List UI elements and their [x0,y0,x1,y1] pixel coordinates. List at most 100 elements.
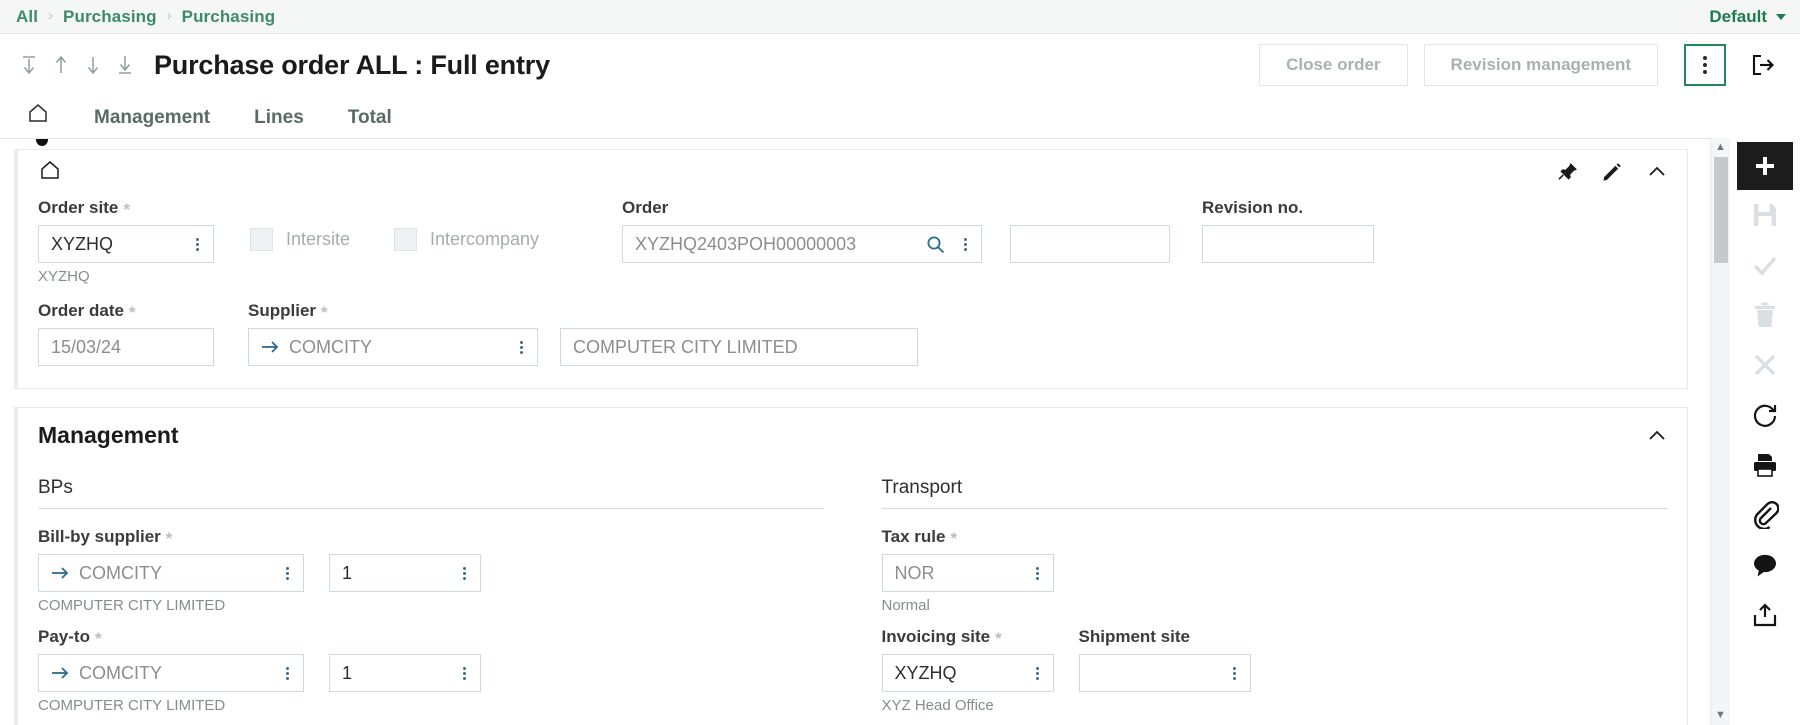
tax-rule-note: Normal [882,597,1668,614]
order-date-input[interactable]: 15/03/24 [38,328,214,366]
shipment-site-wrap: Shipment site [1079,627,1251,692]
go-to-previous-icon[interactable] [46,47,76,83]
bill-by-supplier-qualifier-actions-icon[interactable] [457,567,472,580]
transport-divider [882,508,1668,509]
invoicing-site-input[interactable]: XYZHQ [882,654,1054,692]
intercompany-checkbox-row[interactable]: Intercompany [394,228,622,251]
pay-to-row: COMCITY 1 [38,654,824,692]
link-arrow-icon[interactable] [261,339,281,355]
profile-selector[interactable]: Default [1709,7,1786,27]
scrollbar-thumb[interactable] [1714,157,1728,263]
revision-no-input[interactable] [1202,225,1374,263]
pay-to-actions-icon[interactable] [280,667,295,680]
bill-by-supplier-actions-icon[interactable] [280,567,295,580]
add-icon[interactable] [1737,142,1793,190]
home-icon [26,101,50,131]
tax-rule-actions-icon[interactable] [1030,567,1045,580]
intercompany-checkbox[interactable] [394,228,417,251]
invoicing-site-label-wrap: Invoicing site * XYZHQ XYZ Head Office [882,627,1054,714]
pay-to-qualifier-actions-icon[interactable] [457,667,472,680]
kebab-dots [1703,56,1707,74]
link-arrow-icon[interactable] [51,565,71,581]
shipment-site-actions-icon[interactable] [1227,667,1242,680]
bill-by-supplier-row: COMCITY 1 [38,554,824,592]
export-icon[interactable] [1737,590,1793,640]
body-region: Order site * XYZHQ XYZHQ [0,138,1800,725]
pay-to-qualifier-input[interactable]: 1 [329,654,481,692]
go-to-last-icon[interactable] [110,47,140,83]
tab-total[interactable]: Total [348,107,392,138]
pay-to-value: COMCITY [79,663,272,684]
intersite-label: Intersite [286,229,350,250]
supplier-name-input[interactable]: COMPUTER CITY LIMITED [560,328,918,366]
go-to-first-icon[interactable] [14,47,44,83]
pay-to-input[interactable]: COMCITY [38,654,304,692]
shipment-site-input[interactable] [1079,654,1251,692]
revision-management-button[interactable]: Revision management [1424,44,1658,86]
order-site-input[interactable]: XYZHQ [38,225,214,263]
tax-rule-input[interactable]: NOR [882,554,1054,592]
breadcrumb-item-purchasing-2[interactable]: Purchasing [182,7,276,27]
print-icon[interactable] [1737,440,1793,490]
chevron-up-icon[interactable] [1645,424,1669,448]
order-date-label: Order date * [38,301,214,321]
sites-group: Invoicing site * XYZHQ XYZ Head Office [882,627,1668,714]
breadcrumb-item-all[interactable]: All [16,7,38,27]
revision-no-field: Revision no. [1202,198,1374,263]
bill-by-supplier-label: Bill-by supplier * [38,527,824,547]
bill-by-supplier-input[interactable]: COMCITY [38,554,304,592]
bill-by-supplier-qualifier-input[interactable]: 1 [329,554,481,592]
scroll-up-arrow-icon[interactable]: ▲ [1715,142,1726,153]
order-extra-label [1010,198,1170,218]
exit-icon[interactable] [1740,44,1786,86]
kebab-menu-icon[interactable] [1684,44,1726,86]
tab-home[interactable] [26,101,50,138]
pin-icon[interactable] [1557,161,1579,183]
comment-icon[interactable] [1737,540,1793,590]
go-to-next-icon[interactable] [78,47,108,83]
search-icon[interactable] [925,234,950,255]
close-order-button[interactable]: Close order [1259,44,1407,86]
order-site-note: XYZHQ [38,268,214,285]
order-number-field: Order XYZHQ2403POH00000003 [622,198,982,263]
title-bar: Purchase order ALL : Full entry Close or… [0,34,1800,96]
management-header: Management [18,408,1687,449]
order-date-value: 15/03/24 [51,337,205,358]
supplier-input[interactable]: COMCITY [248,328,538,366]
order-site-actions-icon[interactable] [190,238,205,251]
record-navigation [14,47,140,83]
order-number-input[interactable]: XYZHQ2403POH00000003 [622,225,982,263]
intersite-checkbox[interactable] [250,228,273,251]
validate-icon[interactable] [1737,240,1793,290]
required-marker: * [123,201,130,218]
order-extra-input[interactable] [1010,225,1170,263]
tax-rule-group: Tax rule * NOR Normal [882,527,1668,614]
pay-to-note: COMPUTER CITY LIMITED [38,697,824,714]
invoicing-site-actions-icon[interactable] [1030,667,1045,680]
scroll-down-arrow-icon[interactable]: ▼ [1715,710,1726,721]
order-number-actions-icon[interactable] [958,238,973,251]
required-marker: * [995,630,1002,647]
chevron-up-icon[interactable] [1645,160,1669,184]
breadcrumb-item-purchasing[interactable]: Purchasing [63,7,157,27]
invoicing-site-label: Invoicing site * [882,627,1054,647]
vertical-scrollbar[interactable]: ▲ ▼ [1710,138,1730,725]
supplier-actions-icon[interactable] [514,341,529,354]
scrollbar-track[interactable] [1711,153,1730,710]
delete-icon[interactable] [1737,290,1793,340]
tab-management[interactable]: Management [94,107,210,138]
order-number-label: Order [622,198,982,218]
tab-lines[interactable]: Lines [254,107,304,138]
attachment-icon[interactable] [1737,490,1793,540]
pay-to-label: Pay-to * [38,627,824,647]
pencil-icon[interactable] [1601,161,1623,183]
order-date-field: Order date * 15/03/24 [38,301,214,366]
intersite-checkbox-row[interactable]: Intersite [250,228,394,251]
supplier-name-field: COMPUTER CITY LIMITED [560,301,918,366]
supplier-name-label [560,301,918,321]
link-arrow-icon[interactable] [51,665,71,681]
save-icon[interactable] [1737,190,1793,240]
cancel-icon[interactable] [1737,340,1793,390]
home-icon [38,158,62,187]
refresh-icon[interactable] [1737,390,1793,440]
